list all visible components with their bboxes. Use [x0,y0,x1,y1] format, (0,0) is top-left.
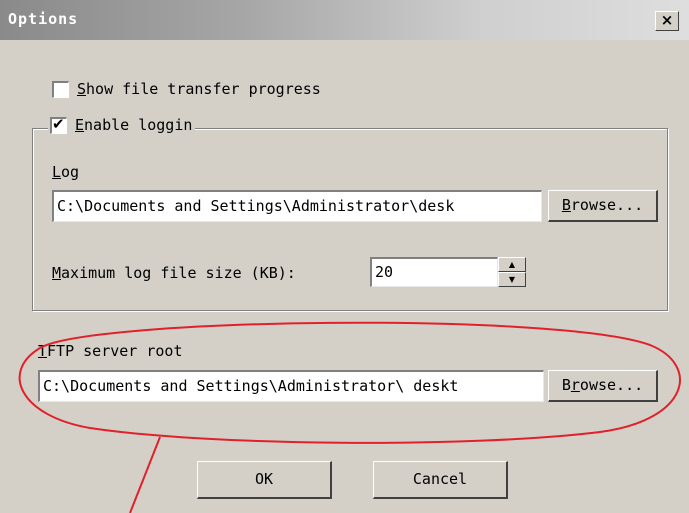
max-size-spinner[interactable]: ▲ ▼ [498,257,526,287]
tftp-browse-label-rest: owse... [579,376,644,394]
checkmark-icon: ✔ [52,114,65,133]
show-progress-label-first: S [77,80,87,98]
spin-down-icon: ▼ [508,275,516,284]
max-size-label-rest: aximum log file size (KB): [61,264,296,282]
close-button[interactable]: × [655,11,679,31]
tftp-browse-button[interactable]: Browse... [548,370,658,402]
log-path-input[interactable]: C:\Documents and Settings\Administrator\… [52,190,542,222]
show-progress-label: Show file transfer progress [77,80,321,98]
tftp-root-label: TFTP server root [38,342,183,360]
enable-logging-label-first: E [75,116,85,134]
log-label-rest: og [61,163,80,181]
spin-up-icon: ▲ [508,260,516,269]
show-progress-label-rest: how file transfer progress [86,80,321,98]
tftp-browse-label-second: r [570,376,580,394]
options-dialog: Options × Show file transfer progress ✔ … [0,0,689,513]
show-progress-option[interactable]: Show file transfer progress [52,80,321,98]
tftp-root-label-rest: FTP server root [47,342,183,360]
enable-logging-label: Enable loggin [75,116,192,134]
log-browse-label: Browse... [562,196,643,214]
log-browse-label-first: B [561,196,571,214]
spin-down-button[interactable]: ▼ [498,272,526,287]
log-label: Log [52,163,79,181]
enable-logging-checkbox[interactable]: ✔ [50,114,67,134]
tftp-browse-label: Browse... [562,376,643,394]
log-browse-button[interactable]: Browse... [548,190,658,222]
log-label-first: L [52,163,62,181]
title-bar[interactable]: Options × [0,0,689,40]
max-size-label: Maximum log file size (KB): [52,264,296,282]
max-size-input[interactable]: 20 [370,257,498,287]
enable-logging-option[interactable]: ✔ Enable loggin [48,114,196,134]
tftp-root-label-first: T [38,342,48,360]
annotation-pointer-line [129,436,161,513]
tftp-root-input[interactable]: C:\Documents and Settings\Administrator\… [38,370,544,402]
show-progress-checkbox[interactable] [52,80,69,98]
spin-up-button[interactable]: ▲ [498,257,526,272]
cancel-button[interactable]: Cancel [373,461,508,499]
enable-logging-label-rest: nable loggin [84,116,193,134]
ok-button[interactable]: OK [197,461,332,499]
window-title: Options [8,10,79,28]
tftp-browse-label-first: B [561,376,571,394]
log-browse-label-rest: rowse... [570,196,644,214]
close-icon: × [660,11,674,29]
max-size-label-first: M [52,264,62,282]
